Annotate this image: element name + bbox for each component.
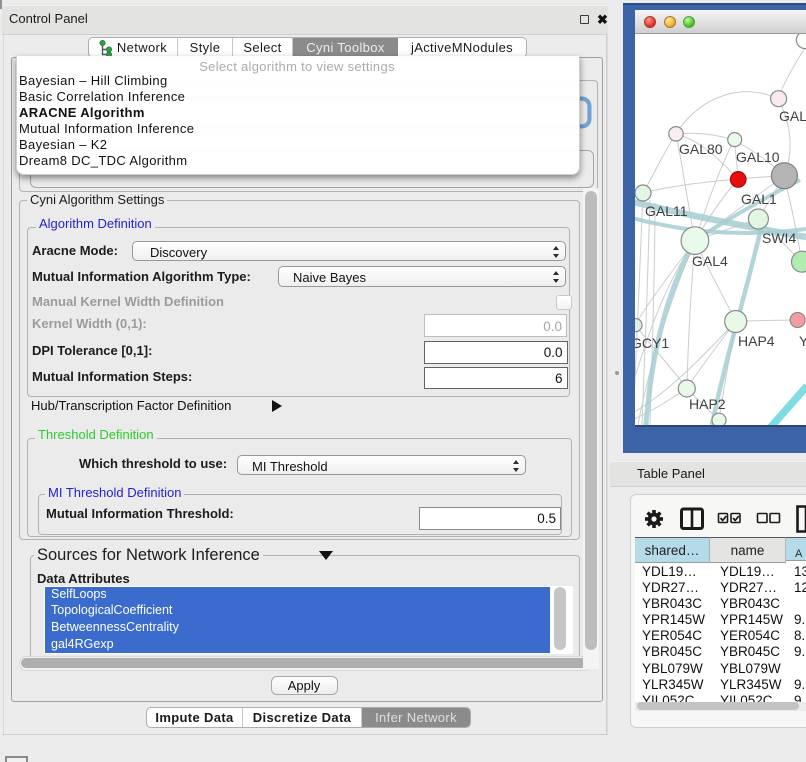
svg-text:HAP2: HAP2 [689,396,726,412]
svg-text:GAL4: GAL4 [692,253,728,269]
svg-text:SWI4: SWI4 [762,230,796,246]
svg-text:GAL10: GAL10 [736,149,780,165]
svg-text:HAP4: HAP4 [738,333,775,349]
svg-text:GAL11: GAL11 [645,203,688,219]
svg-text:Y: Y [799,333,806,349]
svg-text:GAL1: GAL1 [741,191,777,207]
svg-text:GAL: GAL [779,108,806,124]
svg-text:GCY1: GCY1 [635,335,669,351]
svg-text:GAL80: GAL80 [679,141,723,157]
